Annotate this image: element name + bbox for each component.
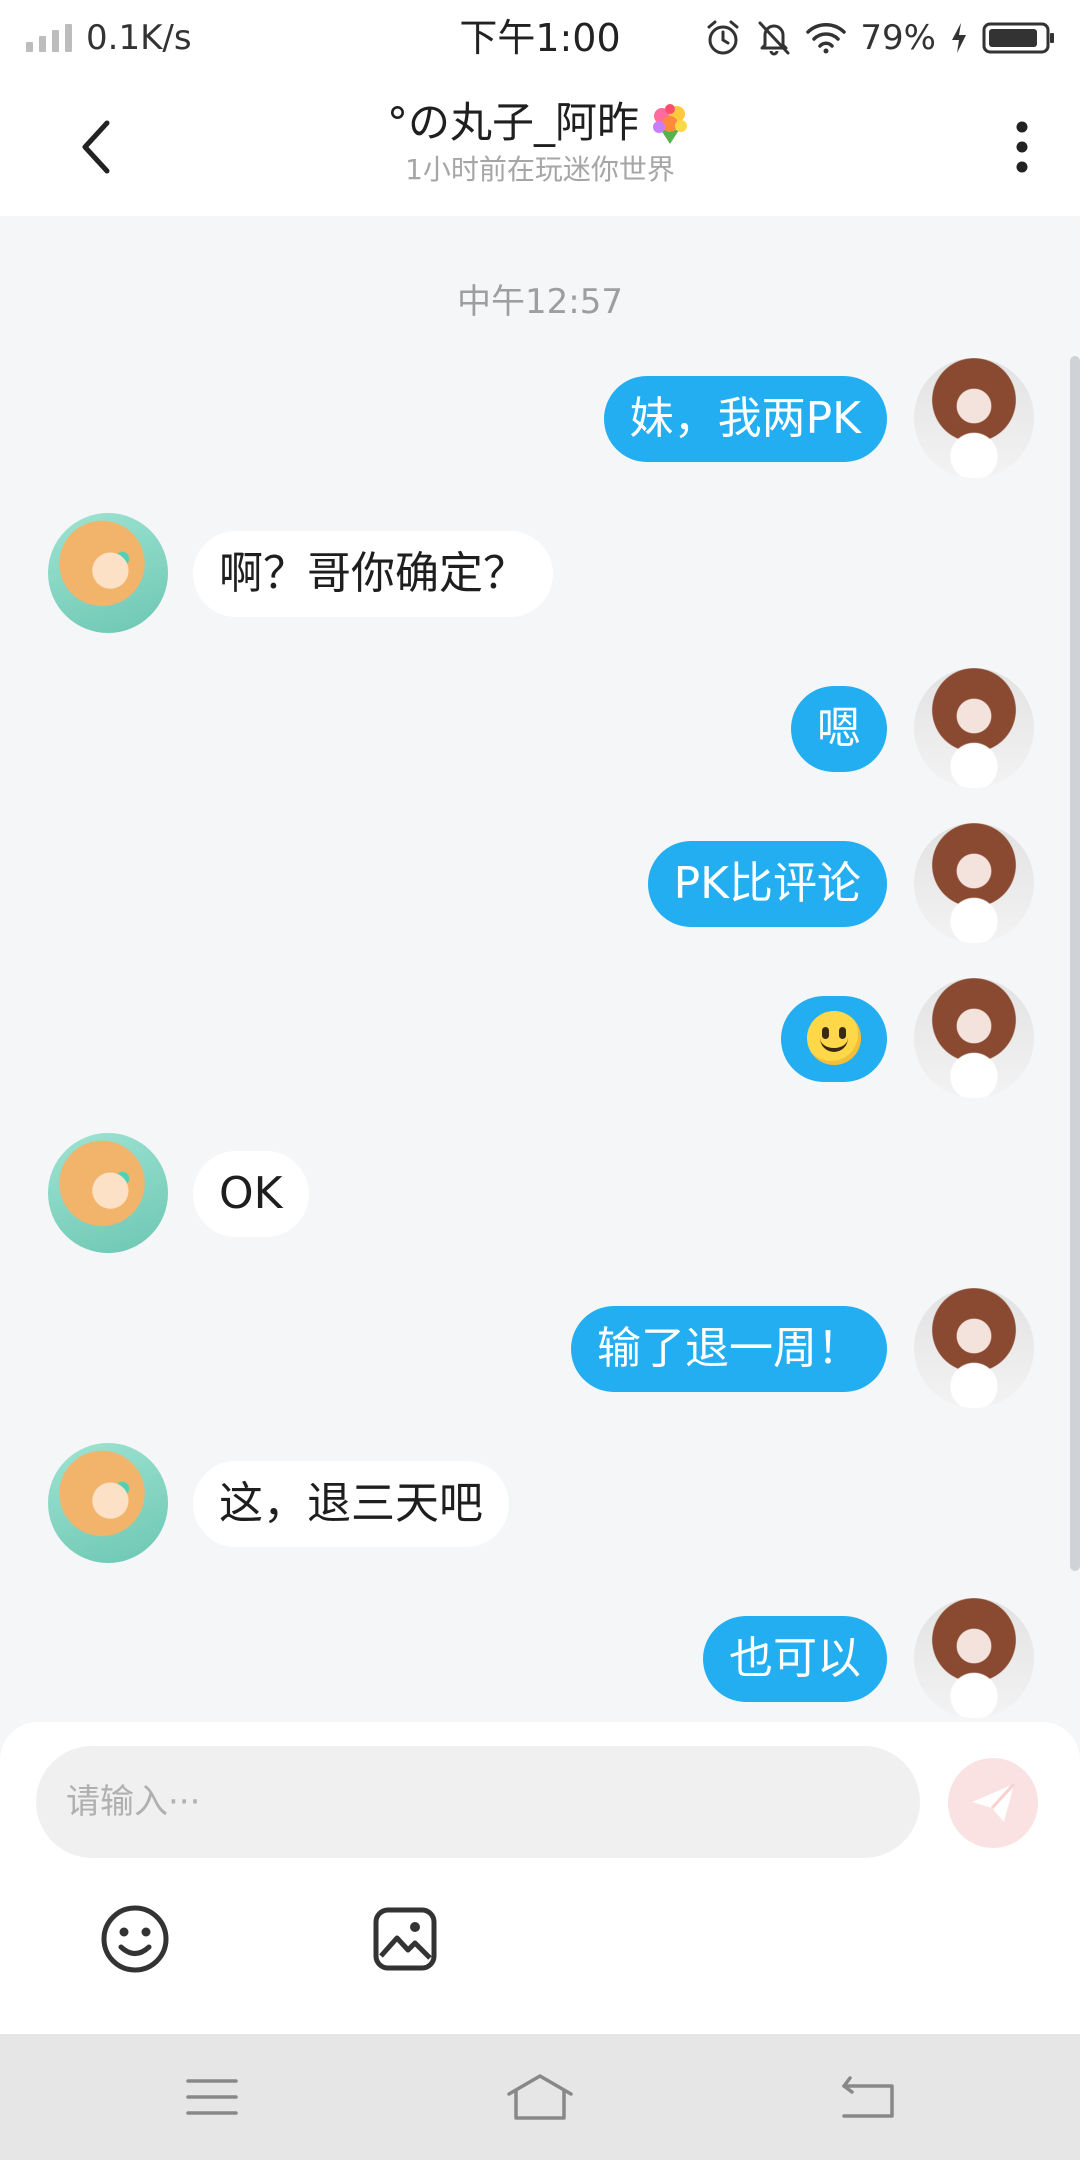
smiley-icon	[101, 1905, 169, 1973]
paper-plane-icon	[972, 1782, 1016, 1822]
chevron-left-icon	[82, 120, 110, 174]
emoji-message-bubble[interactable]	[781, 996, 887, 1082]
my-avatar[interactable]	[914, 358, 1034, 478]
message-row-received: OK	[0, 1133, 1080, 1257]
contact-avatar[interactable]	[48, 1133, 168, 1253]
wifi-icon	[806, 23, 847, 54]
system-back-button[interactable]	[828, 2064, 908, 2130]
title-block: °の丸子_阿昨 1小时前在玩迷你世界	[200, 96, 880, 190]
message-bubble[interactable]: OK	[193, 1151, 309, 1237]
message-row-sent	[0, 978, 1080, 1102]
alarm-icon	[707, 20, 739, 55]
charging-icon	[952, 23, 966, 53]
message-input[interactable]	[36, 1746, 920, 1858]
message-bubble[interactable]: 这，退三天吧	[193, 1461, 509, 1547]
recent-apps-button[interactable]	[172, 2064, 252, 2130]
message-row-sent: 妹，我两PK	[0, 358, 1080, 482]
message-bubble[interactable]: PK比评论	[647, 841, 887, 927]
composer	[0, 1722, 1080, 2034]
message-row-sent: 输了退一周！	[0, 1288, 1080, 1412]
chat-header: °の丸子_阿昨 1小时前在玩迷你世界	[0, 76, 1080, 216]
more-options-button[interactable]	[992, 112, 1052, 182]
message-row-received: 这，退三天吧	[0, 1443, 1080, 1567]
contact-name: °の丸子_阿昨	[386, 98, 639, 147]
system-nav-bar	[0, 2034, 1080, 2160]
contact-avatar[interactable]	[48, 513, 168, 633]
message-bubble[interactable]: 嗯	[791, 686, 887, 772]
contact-avatar[interactable]	[48, 1443, 168, 1563]
my-avatar[interactable]	[914, 1598, 1034, 1718]
contact-name-row: °の丸子_阿昨	[387, 96, 693, 150]
message-bubble[interactable]: 妹，我两PK	[603, 376, 887, 462]
battery-percent: 79%	[860, 18, 936, 58]
status-bar: 0.1K/s 下午1:00 79%	[0, 0, 1080, 76]
message-bubble[interactable]: 输了退一周！	[571, 1306, 887, 1392]
my-avatar[interactable]	[914, 668, 1034, 788]
status-right: 79%	[704, 14, 1056, 62]
emoji-button[interactable]	[98, 1902, 172, 1976]
message-list[interactable]: 中午12:57 妹，我两PK 啊？哥你确定？ 嗯 PK比评论 OK 输了退一周！…	[0, 216, 1080, 1722]
home-button[interactable]	[500, 2064, 580, 2130]
contact-status: 1小时前在玩迷你世界	[405, 153, 675, 186]
message-bubble[interactable]: 啊？哥你确定？	[193, 531, 553, 617]
message-bubble[interactable]: 也可以	[703, 1616, 887, 1702]
mute-icon	[758, 21, 790, 56]
message-row-received: 啊？哥你确定？	[0, 513, 1080, 637]
more-vertical-icon	[1016, 121, 1028, 173]
image-icon	[373, 1907, 437, 1971]
message-row-sent: PK比评论	[0, 823, 1080, 947]
my-avatar[interactable]	[914, 823, 1034, 943]
slightly-smiling-face-icon	[807, 1011, 861, 1065]
battery-icon	[982, 22, 1054, 54]
my-avatar[interactable]	[914, 978, 1034, 1098]
back-arrow-icon	[842, 2076, 894, 2118]
message-row-sent: 嗯	[0, 668, 1080, 792]
bouquet-icon	[653, 104, 687, 144]
menu-icon	[186, 2079, 238, 2115]
home-icon	[507, 2074, 573, 2120]
image-picker-button[interactable]	[368, 1902, 442, 1976]
send-button[interactable]	[948, 1758, 1038, 1848]
message-row-sent: 也可以	[0, 1598, 1080, 1722]
message-timestamp: 中午12:57	[457, 282, 623, 322]
my-avatar[interactable]	[914, 1288, 1034, 1408]
back-button[interactable]	[66, 112, 126, 182]
